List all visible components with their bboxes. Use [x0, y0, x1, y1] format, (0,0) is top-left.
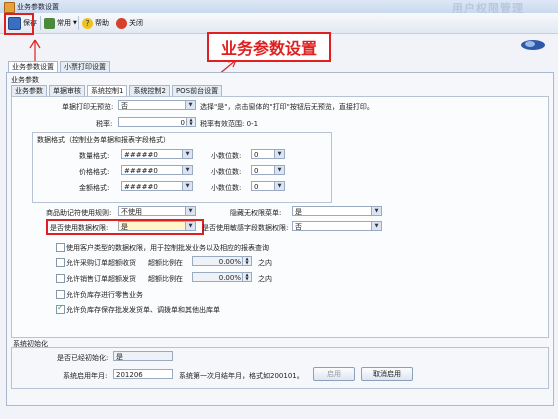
start-month-hint: 系统第一次月结年月，格式如200101。: [179, 372, 304, 380]
purchase-over-ratio-input[interactable]: 0.00% ▲ ▼: [192, 256, 252, 266]
start-month-value: 201206: [116, 371, 143, 379]
hide-menu-value: 是: [295, 208, 302, 216]
chevron-down-icon: ▼: [182, 150, 192, 158]
tax-input[interactable]: 0 ▲ ▼: [118, 117, 196, 127]
data-format-title: 数据格式（控制业务单据和报表字段格式）: [37, 136, 170, 144]
tax-label: 税率:: [96, 120, 113, 128]
start-month-label: 系统启用年月:: [63, 372, 108, 380]
negative-wholesale-label: 允许负库存保存批发发货单、调拨单和其他出库单: [66, 306, 220, 314]
price-format-select[interactable]: #####0 ▼: [121, 165, 193, 175]
print-preview-value: 否: [121, 102, 128, 110]
qty-format-value: #####0: [124, 151, 158, 159]
amount-decimals-value: 0: [254, 183, 259, 191]
price-format-label: 价格格式:: [79, 168, 110, 176]
purchase-over-checkbox[interactable]: [56, 258, 65, 267]
amount-decimals-select[interactable]: 0 ▼: [251, 181, 285, 191]
chevron-down-icon: ▼: [182, 182, 192, 190]
within-label-2: 之内: [258, 275, 272, 283]
data-format-group: 数据格式（控制业务单据和报表字段格式） 数量格式: #####0 ▼ 小数位数:…: [32, 132, 332, 203]
tax-value: 0: [180, 119, 185, 127]
chevron-down-icon: ▼: [371, 222, 381, 230]
main-panel: 业务参数 业务参数 单据审核 系统控制1 系统控制2 POS前台设置 单据打印无…: [6, 72, 554, 406]
qty-decimals-label: 小数位数:: [211, 152, 242, 160]
sales-over-checkbox[interactable]: [56, 274, 65, 283]
use-data-perm-value: 是: [121, 223, 128, 231]
negative-zero-label: 允许负库存进行零售业务: [66, 291, 143, 299]
annotation-banner: 业务参数设置: [207, 32, 331, 62]
mnemonic-value: 不使用: [121, 208, 142, 216]
negative-wholesale-checkbox[interactable]: [56, 303, 65, 314]
amount-decimals-label: 小数位数:: [211, 184, 242, 192]
use-sensitive-select[interactable]: 否 ▼: [292, 221, 382, 231]
tax-hint: 税率有效范围: 0-1: [200, 120, 259, 128]
print-preview-hint: 选择"是"，点击窗体的"打印"按钮后无预览，直接打印。: [200, 103, 374, 111]
hide-menu-label: 隐藏无权限菜单:: [230, 209, 282, 217]
purchase-over-label: 允许采购订单超额收货: [66, 259, 136, 267]
amount-format-value: #####0: [124, 183, 158, 191]
enable-button[interactable]: 启用: [313, 367, 355, 381]
price-format-value: #####0: [124, 167, 158, 175]
spinner-icon[interactable]: ▲ ▼: [186, 118, 195, 126]
hide-menu-select[interactable]: 是 ▼: [292, 206, 382, 216]
price-decimals-label: 小数位数:: [211, 168, 242, 176]
cancel-enable-button[interactable]: 取消启用: [361, 367, 413, 381]
price-decimals-value: 0: [254, 167, 259, 175]
print-preview-label: 单据打印无预览:: [62, 103, 114, 111]
use-data-perm-select[interactable]: 是 ▼: [118, 221, 196, 231]
sales-over-label: 允许销售订单超额发货: [66, 275, 136, 283]
sales-over-ratio-value: 0.00%: [218, 274, 241, 282]
chevron-down-icon: ▼: [371, 207, 381, 215]
qty-decimals-select[interactable]: 0 ▼: [251, 149, 285, 159]
price-decimals-select[interactable]: 0 ▼: [251, 165, 285, 175]
sales-over-ratio-input[interactable]: 0.00% ▲ ▼: [192, 272, 252, 282]
spinner-icon[interactable]: ▲ ▼: [242, 257, 251, 265]
use-data-perm-label: 是否使用数据权限:: [50, 224, 109, 232]
print-preview-select[interactable]: 否 ▼: [118, 100, 196, 110]
use-sensitive-value: 否: [295, 223, 302, 231]
tab-content: 单据打印无预览: 否 ▼ 选择"是"，点击窗体的"打印"按钮后无预览，直接打印。…: [11, 96, 549, 338]
amount-format-select[interactable]: #####0 ▼: [121, 181, 193, 191]
chevron-down-icon: ▼: [274, 150, 284, 158]
within-label-1: 之内: [258, 259, 272, 267]
use-sensitive-label: 是否使用敏感字段数据权限:: [202, 224, 289, 232]
initialized-label: 是否已经初始化:: [57, 354, 109, 362]
chevron-down-icon: ▼: [182, 166, 192, 174]
customer-perm-label: 使用客户类型的数据权限，用于控制批发业务以及相应的报表查询: [66, 244, 269, 252]
customer-perm-checkbox[interactable]: [56, 243, 65, 252]
chevron-down-icon: ▼: [274, 182, 284, 190]
chevron-down-icon: ▼: [185, 207, 195, 215]
negative-zero-checkbox[interactable]: [56, 290, 65, 299]
spinner-icon[interactable]: ▲ ▼: [242, 273, 251, 281]
mnemonic-select[interactable]: 不使用 ▼: [118, 206, 196, 216]
purchase-over-ratio-value: 0.00%: [218, 258, 241, 266]
initialized-field: 是: [113, 351, 173, 361]
settings-window: 业务参数设置 用户权限管理 保存 常用 ▼ ? 帮助 关闭 业务参数设置 业务参…: [0, 0, 558, 419]
logo-icon: [520, 38, 546, 52]
over-ratio-label-2: 超额比例在: [148, 275, 183, 283]
group-title: 业务参数: [11, 76, 39, 84]
qty-decimals-value: 0: [254, 151, 259, 159]
amount-format-label: 金额格式:: [79, 184, 110, 192]
initialized-value: 是: [116, 353, 123, 361]
chevron-down-icon: ▼: [185, 101, 195, 109]
qty-format-select[interactable]: #####0 ▼: [121, 149, 193, 159]
chevron-down-icon: ▼: [274, 166, 284, 174]
mnemonic-label: 商品助记符使用规则:: [46, 209, 112, 217]
chevron-down-icon: ▼: [185, 222, 195, 230]
over-ratio-label-1: 超额比例在: [148, 259, 183, 267]
qty-format-label: 数量格式:: [79, 152, 110, 160]
start-month-input[interactable]: 201206: [113, 369, 173, 379]
